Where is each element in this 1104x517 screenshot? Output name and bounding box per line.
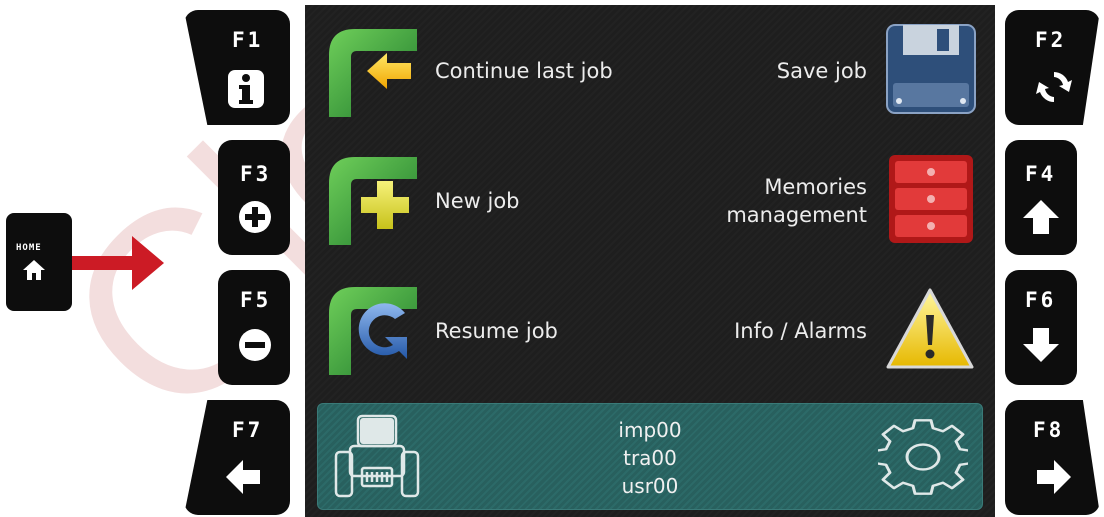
home-key[interactable]: HOME: [6, 213, 72, 311]
arrow-down-icon: [1023, 328, 1059, 362]
memory-cabinet-icon: [889, 155, 973, 243]
resume-job-label: Resume job: [435, 319, 558, 343]
info-alarms-label: Info / Alarms: [734, 319, 867, 343]
f5-label: F5: [240, 288, 272, 312]
f6-key[interactable]: F6: [1005, 270, 1077, 385]
save-job-label: Save job: [776, 59, 867, 83]
arrow-right-icon: [1037, 460, 1071, 494]
continue-last-job-item[interactable]: Continue last job: [325, 23, 645, 123]
f1-key[interactable]: F1: [184, 10, 290, 125]
f2-label: F2: [1035, 28, 1067, 52]
resume-job-item[interactable]: Resume job: [325, 283, 645, 383]
arrow-up-icon: [1023, 200, 1059, 234]
f4-label: F4: [1025, 162, 1057, 186]
save-job-item[interactable]: Save job: [705, 23, 977, 123]
arrow-left-icon: [226, 460, 260, 494]
new-job-item[interactable]: New job: [325, 153, 645, 253]
memories-management-item[interactable]: Memories management: [685, 153, 977, 253]
info-icon: [228, 70, 264, 108]
gear-icon[interactable]: [878, 414, 968, 500]
red-pointer-arrow: [72, 236, 164, 290]
f6-label: F6: [1025, 288, 1057, 312]
f7-key[interactable]: F7: [184, 400, 290, 515]
f3-key[interactable]: F3: [218, 140, 290, 255]
f7-label: F7: [232, 418, 264, 442]
f3-label: F3: [240, 162, 272, 186]
home-key-label: HOME: [16, 243, 42, 253]
resume-job-icon: [329, 287, 417, 375]
f2-key[interactable]: F2: [1005, 10, 1100, 125]
f4-key[interactable]: F4: [1005, 140, 1077, 255]
status-bar[interactable]: imp00 tra00 usr00: [317, 403, 983, 510]
main-screen: Continue last job Save job New job Memor…: [305, 5, 995, 517]
f5-key[interactable]: F5: [218, 270, 290, 385]
floppy-disk-icon: [886, 24, 976, 114]
memories-label-line2: management: [726, 203, 867, 227]
continue-job-icon: [329, 29, 417, 117]
refresh-icon: [1036, 72, 1072, 102]
warning-icon: [886, 288, 974, 369]
f8-label: F8: [1033, 418, 1065, 442]
new-job-label: New job: [435, 189, 520, 213]
f1-label: F1: [232, 28, 264, 52]
f8-key[interactable]: F8: [1005, 400, 1100, 515]
continue-last-job-label: Continue last job: [435, 59, 613, 83]
new-job-icon: [329, 157, 417, 245]
info-alarms-item[interactable]: Info / Alarms: [685, 283, 977, 383]
minus-icon: [239, 329, 271, 361]
plus-icon: [239, 201, 271, 233]
home-icon: [23, 260, 45, 280]
memories-label-line1: Memories: [764, 175, 867, 199]
